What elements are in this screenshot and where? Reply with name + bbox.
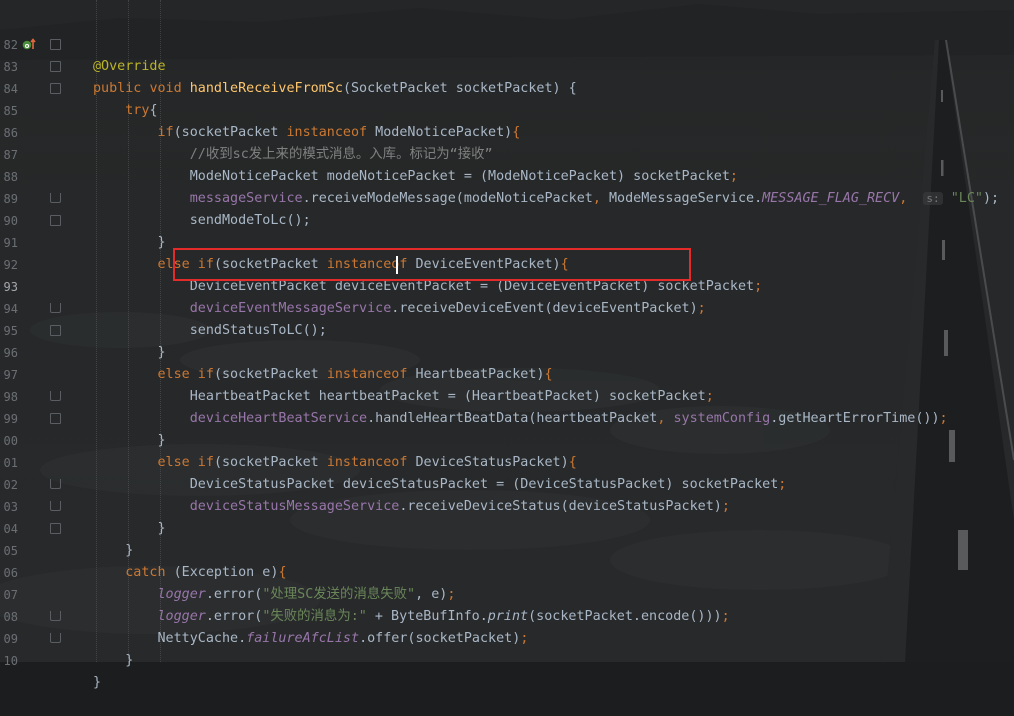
code-line[interactable]: 09 } (0, 606, 1014, 668)
code-line[interactable]: 89 sendModeToLc(); (0, 166, 1014, 228)
code-text[interactable]: } (93, 650, 133, 672)
code-text[interactable]: } (93, 672, 101, 694)
code-line[interactable]: 88 messageService.receiveModeMessage(mod… (0, 144, 1014, 206)
code-line[interactable]: 87 ModeNoticePacket modeNoticePacket = (… (0, 122, 1014, 184)
code-line[interactable]: 97 HeartbeatPacket heartbeatPacket = (He… (0, 342, 1014, 404)
code-line[interactable]: 08 NettyCache.failureAfcList.offer(socke… (0, 584, 1014, 646)
code-line[interactable]: 98 deviceHeartBeatService.handleHeartBea… (0, 364, 1014, 426)
code-line[interactable]: 99 } (0, 386, 1014, 448)
code-line[interactable]: 85 if(socketPacket instanceof ModeNotice… (0, 78, 1014, 140)
text-caret (396, 256, 398, 274)
code-line[interactable]: 10 } (0, 628, 1014, 690)
code-line[interactable]: 91 else if(socketPacket instanceof Devic… (0, 210, 1014, 272)
code-line[interactable]: 83 public void handleReceiveFromSc(Socke… (0, 34, 1014, 96)
line-number: 10 (3, 654, 18, 668)
code-line[interactable]: 86 //收到sc发上来的模式消息。入库。标记为“接收” (0, 100, 1014, 162)
code-line[interactable]: 96 else if(socketPacket instanceof Heart… (0, 320, 1014, 382)
code-line[interactable]: 82 @Override (0, 12, 1014, 74)
code-line[interactable]: 02 deviceStatusMessageService.receiveDev… (0, 452, 1014, 514)
code-line[interactable]: 03 } (0, 474, 1014, 536)
code-editor[interactable]: o 82 @Override 83 public void handleRece… (0, 0, 1014, 690)
code-line[interactable]: 04 } (0, 496, 1014, 558)
code-line[interactable]: 84 try{ (0, 56, 1014, 118)
code-line[interactable]: 05 catch (Exception e){ (0, 518, 1014, 580)
code-line[interactable]: 06 logger.error("处理SC发送的消息失败", e); (0, 540, 1014, 602)
highlight-box (173, 248, 691, 281)
code-line[interactable]: 01 DeviceStatusPacket deviceStatusPacket… (0, 430, 1014, 492)
code-line[interactable]: 90 } (0, 188, 1014, 250)
code-line[interactable]: 00 else if(socketPacket instanceof Devic… (0, 408, 1014, 470)
code-line[interactable]: 95 } (0, 298, 1014, 360)
code-line[interactable]: 07 logger.error("失败的消息为:" + ByteBufInfo.… (0, 562, 1014, 624)
